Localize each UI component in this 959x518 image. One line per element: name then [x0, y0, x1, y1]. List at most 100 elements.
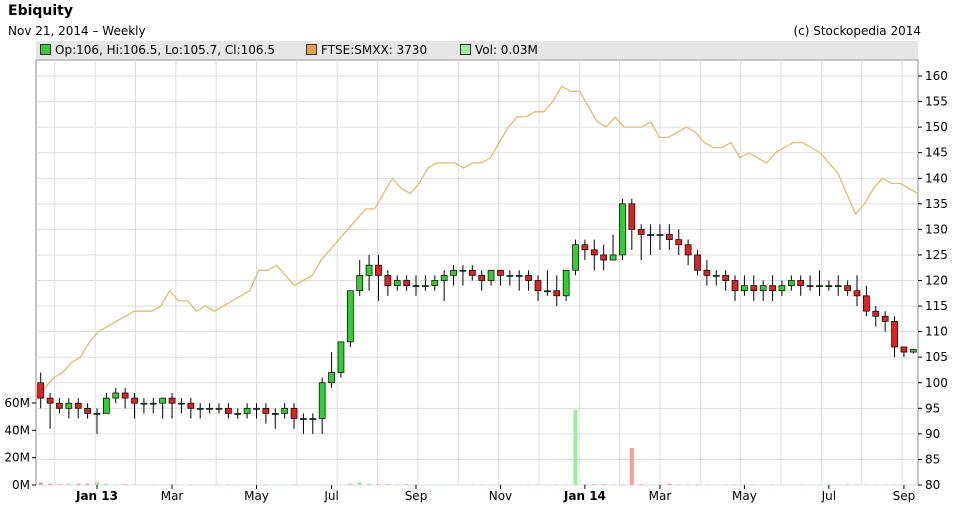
- volume-bar: [911, 484, 916, 486]
- volume-bar: [85, 483, 90, 485]
- volume-bar: [235, 484, 240, 486]
- candle-body: [393, 280, 401, 286]
- volume-bar: [704, 484, 709, 486]
- candle-body: [881, 315, 889, 322]
- volume-bar: [292, 484, 297, 486]
- volume-bar: [170, 484, 175, 486]
- volume-bar: [57, 484, 62, 485]
- price-tick-label: 140: [925, 171, 948, 185]
- candle-body: [84, 407, 91, 414]
- candle-body: [309, 418, 317, 420]
- volume-bar: [545, 484, 550, 486]
- volume-bar: [564, 484, 569, 486]
- volume-bar: [629, 448, 634, 485]
- candle-body: [694, 254, 701, 271]
- volume-tick-label: 0M: [12, 478, 30, 492]
- time-tick-label: Jan 14: [563, 489, 606, 503]
- candle-body: [666, 234, 673, 240]
- candle-body: [300, 418, 307, 420]
- volume-tick-label: 20M: [4, 451, 30, 465]
- candle-body: [741, 285, 748, 292]
- volume-bar: [76, 483, 81, 485]
- candle-body: [675, 239, 683, 246]
- candle-body: [844, 285, 851, 292]
- candle-body: [787, 280, 795, 286]
- volume-bar: [414, 484, 419, 485]
- candle-body: [375, 264, 382, 276]
- candle-body: [346, 290, 354, 343]
- volume-bar: [742, 484, 747, 486]
- volume-bar: [648, 484, 653, 485]
- candle-body: [356, 275, 364, 292]
- volume-bar: [357, 482, 362, 485]
- volume-bar: [667, 483, 672, 485]
- candle-body: [459, 269, 467, 272]
- volume-bar: [254, 484, 259, 486]
- candle-body: [759, 285, 767, 292]
- volume-bar: [535, 484, 540, 486]
- candle-body: [478, 275, 486, 281]
- price-tick-label: 130: [925, 222, 948, 236]
- candle-body: [271, 413, 279, 415]
- volume-bar: [526, 484, 531, 486]
- volume-bar: [761, 484, 766, 486]
- candle-body: [497, 269, 504, 276]
- volume-bar: [611, 484, 616, 485]
- time-tick-label: Jan 13: [75, 489, 118, 503]
- volume-bar: [723, 484, 728, 486]
- price-tick-label: 100: [925, 376, 948, 390]
- volume-bar: [113, 484, 118, 485]
- candle-body: [365, 264, 373, 276]
- candle-body: [656, 234, 664, 236]
- volume-bar: [489, 484, 494, 486]
- volume-bar: [582, 484, 587, 485]
- candle-body: [816, 285, 823, 287]
- candle-body: [581, 244, 589, 251]
- candle-body: [553, 290, 561, 297]
- candle-body: [159, 397, 167, 404]
- volume-bar: [376, 484, 381, 485]
- volume-bar: [404, 484, 409, 485]
- candle-body: [722, 275, 729, 281]
- candle-body: [103, 397, 110, 414]
- candle-body: [806, 285, 814, 287]
- candle-body: [112, 392, 120, 399]
- volume-bar: [329, 484, 334, 486]
- volume-bar: [808, 484, 813, 486]
- candle-body: [422, 285, 429, 287]
- price-tick-label: 125: [925, 248, 948, 262]
- candle-body: [750, 285, 758, 292]
- volume-bar: [601, 484, 606, 485]
- volume-bar: [901, 484, 906, 486]
- volume-bar: [460, 484, 465, 486]
- candle-body: [187, 402, 195, 409]
- volume-tick-label: 60M: [4, 396, 30, 410]
- volume-bar: [423, 484, 428, 486]
- volume-tick-label: 40M: [4, 423, 30, 437]
- volume-bar: [817, 484, 822, 486]
- time-tick-label: Sep: [405, 489, 428, 503]
- volume-bar: [883, 484, 888, 486]
- candle-body: [872, 310, 880, 317]
- candle-body: [778, 285, 786, 292]
- price-tick-label: 115: [925, 299, 948, 313]
- volume-bar: [348, 483, 353, 485]
- volume-bar: [38, 482, 43, 485]
- price-tick-label: 135: [925, 197, 948, 211]
- volume-bar: [48, 483, 53, 485]
- volume-bar: [517, 484, 522, 486]
- candle-body: [74, 402, 82, 409]
- candle-body: [525, 275, 532, 281]
- candle-body: [684, 244, 692, 256]
- candle-body: [450, 269, 457, 276]
- candle-body: [37, 382, 45, 399]
- volume-bar: [123, 484, 128, 485]
- candle-body: [609, 254, 617, 261]
- volume-bar: [385, 484, 390, 485]
- candle-body: [731, 280, 739, 292]
- candle-body: [506, 275, 514, 277]
- volume-bar: [789, 484, 794, 486]
- candle-body: [468, 269, 476, 276]
- time-tick-label: Mar: [649, 489, 672, 503]
- volume-bar: [451, 484, 456, 486]
